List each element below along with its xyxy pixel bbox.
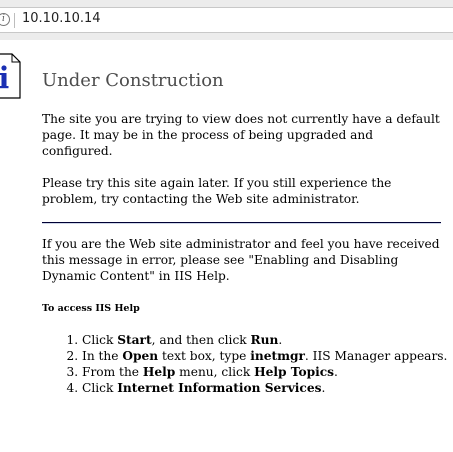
help-heading: To access IIS Help bbox=[42, 303, 140, 314]
intro-paragraph: The site you are trying to view does not… bbox=[42, 112, 440, 158]
site-info-icon[interactable]: i bbox=[0, 13, 10, 26]
help-step: Click Internet Information Services. bbox=[82, 380, 453, 396]
page-title: Under Construction bbox=[42, 70, 224, 91]
url-text[interactable]: 10.10.10.14 bbox=[22, 11, 101, 26]
information-page-icon bbox=[0, 53, 21, 99]
address-bar[interactable]: i 10.10.10.14 bbox=[0, 7, 453, 33]
browser-toolbar: i 10.10.10.14 bbox=[0, 0, 453, 40]
help-step: Click Start, and then click Run. bbox=[82, 332, 453, 348]
address-separator bbox=[14, 13, 15, 28]
help-step: From the Help menu, click Help Topics. bbox=[82, 364, 453, 380]
retry-paragraph: Please try this site again later. If you… bbox=[42, 176, 392, 206]
divider bbox=[42, 222, 441, 224]
admin-note-paragraph: If you are the Web site administrator an… bbox=[42, 237, 440, 283]
help-step: In the Open text box, type inetmgr. IIS … bbox=[82, 348, 453, 364]
help-steps-list: Click Start, and then click Run. In the … bbox=[42, 332, 453, 396]
